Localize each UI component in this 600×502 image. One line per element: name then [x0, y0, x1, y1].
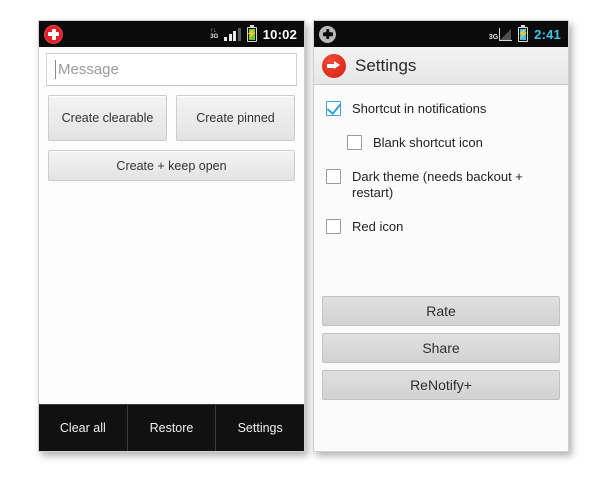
- network-3g-icon: 3G: [488, 27, 513, 41]
- left-empty-space: [39, 181, 304, 404]
- right-status-indicators: 3G ⚡ 2:41: [488, 24, 561, 42]
- message-input-placeholder: Message: [58, 61, 119, 78]
- checkbox-dark-theme[interactable]: [326, 169, 341, 184]
- rate-button[interactable]: Rate: [322, 295, 560, 326]
- create-button-row: Create clearable Create pinned: [48, 95, 295, 141]
- network-type-label: 3G: [488, 33, 499, 41]
- right-clock: 2:41: [534, 26, 561, 42]
- setting-row-shortcut-in-notifications[interactable]: Shortcut in notifications: [314, 92, 568, 126]
- battery-charging-icon: ⚡: [518, 24, 529, 42]
- left-status-bar: ↑↓ 3G ⚡ 10:02: [39, 21, 304, 47]
- signal-bars-icon: [224, 27, 241, 41]
- left-clock: 10:02: [262, 26, 297, 42]
- left-status-indicators: ↑↓ 3G ⚡ 10:02: [210, 24, 297, 42]
- create-keep-open-button[interactable]: Create + keep open: [48, 150, 295, 181]
- setting-row-blank-shortcut-icon[interactable]: Blank shortcut icon: [314, 126, 568, 160]
- create-clearable-button[interactable]: Create clearable: [48, 95, 167, 141]
- phone-right-settings-screen: 3G ⚡ 2:41 Settings Shortcut in notificat…: [313, 20, 569, 452]
- setting-label: Shortcut in notifications: [352, 101, 487, 116]
- arrow-right-circle-red-icon: [322, 53, 346, 78]
- settings-spacer: [314, 244, 568, 296]
- plus-circle-grey-icon: [319, 25, 336, 43]
- text-caret: [55, 60, 56, 79]
- message-input[interactable]: Message: [46, 53, 297, 86]
- restore-button[interactable]: Restore: [128, 405, 217, 451]
- settings-content-area: Shortcut in notifications Blank shortcut…: [314, 85, 568, 451]
- network-type-label: 3G: [210, 34, 219, 40]
- settings-action-buttons: Rate Share ReNotify+: [314, 295, 568, 400]
- setting-row-red-icon[interactable]: Red icon: [314, 210, 568, 244]
- checkbox-shortcut-in-notifications[interactable]: [326, 101, 341, 116]
- network-3g-icon: ↑↓ 3G: [210, 28, 218, 40]
- settings-title-bar: Settings: [314, 47, 568, 85]
- network-arrows: ↑↓ 3G: [210, 28, 218, 40]
- create-pinned-button[interactable]: Create pinned: [176, 95, 295, 141]
- checkbox-red-icon[interactable]: [326, 219, 341, 234]
- setting-label: Blank shortcut icon: [373, 135, 483, 150]
- settings-button[interactable]: Settings: [216, 405, 304, 451]
- right-status-bar: 3G ⚡ 2:41: [314, 21, 568, 47]
- signal-triangle-icon: [499, 27, 513, 41]
- battery-charging-icon: ⚡: [246, 24, 257, 42]
- setting-row-dark-theme[interactable]: Dark theme (needs backout + restart): [314, 160, 568, 210]
- left-bottom-bar: Clear all Restore Settings: [39, 404, 304, 451]
- checkbox-blank-shortcut-icon[interactable]: [347, 135, 362, 150]
- renotify-plus-button[interactable]: ReNotify+: [322, 369, 560, 400]
- screenshot-stage: ↑↓ 3G ⚡ 10:02 Message Create clearable C…: [0, 0, 600, 502]
- settings-bottom-space: [314, 400, 568, 452]
- share-button[interactable]: Share: [322, 332, 560, 363]
- left-content-area: Message Create clearable Create pinned C…: [39, 47, 304, 451]
- page-title: Settings: [355, 55, 417, 75]
- setting-label: Dark theme (needs backout + restart): [352, 169, 523, 200]
- plus-circle-red-icon: [44, 24, 63, 44]
- setting-label: Red icon: [352, 219, 404, 234]
- phone-left-main-screen: ↑↓ 3G ⚡ 10:02 Message Create clearable C…: [38, 20, 305, 452]
- clear-all-button[interactable]: Clear all: [39, 405, 128, 451]
